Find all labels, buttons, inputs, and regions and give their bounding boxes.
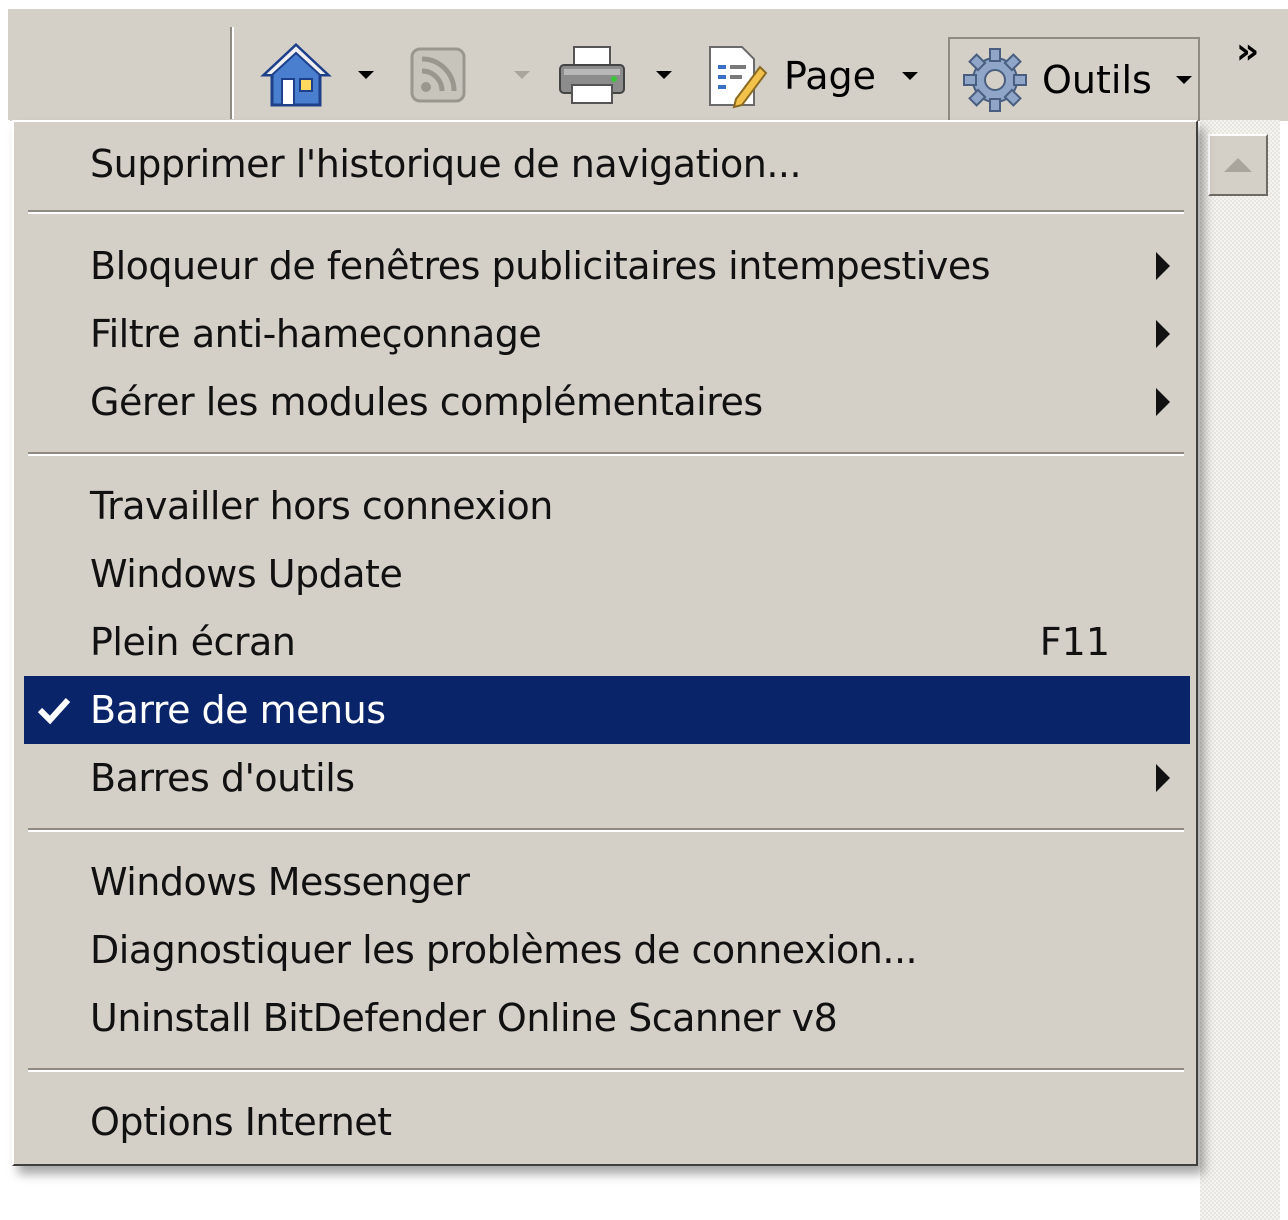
menu-item-shortcut: F11: [1039, 620, 1110, 664]
menu-item-menu-bar[interactable]: Barre de menus: [24, 676, 1190, 744]
menu-item-label: Windows Update: [90, 552, 403, 596]
menu-item-uninstall-bitdefender[interactable]: Uninstall BitDefender Online Scanner v8: [24, 984, 1190, 1052]
home-button[interactable]: [260, 39, 374, 111]
menu-item-label: Barre de menus: [90, 688, 386, 732]
menu-item-label: Diagnostiquer les problèmes de connexion…: [90, 928, 918, 972]
menu-item-internet-options[interactable]: Options Internet: [24, 1088, 1190, 1156]
submenu-arrow-icon: [1156, 764, 1170, 792]
submenu-arrow-icon: [1156, 252, 1170, 280]
home-dropdown-arrow[interactable]: [358, 71, 374, 79]
menu-item-windows-update[interactable]: Windows Update: [24, 540, 1190, 608]
toolbar-grip[interactable]: [230, 27, 234, 119]
menu-item-label: Plein écran: [90, 620, 296, 664]
submenu-arrow-icon: [1156, 320, 1170, 348]
home-icon: [260, 42, 332, 107]
rss-feeds-icon: [410, 47, 466, 103]
page-menu-button[interactable]: Page: [702, 43, 918, 109]
menu-item-phishing-filter[interactable]: Filtre anti-hameçonnage: [24, 300, 1190, 368]
toolbar-overflow-chevron[interactable]: »: [1236, 31, 1259, 72]
scroll-up-button[interactable]: [1208, 134, 1268, 196]
menu-separator: [28, 828, 1184, 832]
print-dropdown-arrow[interactable]: [656, 71, 672, 79]
menu-item-popup-blocker[interactable]: Bloqueur de fenêtres publicitaires intem…: [24, 232, 1190, 300]
print-button[interactable]: [556, 43, 672, 107]
menu-item-work-offline[interactable]: Travailler hors connexion: [24, 472, 1190, 540]
vertical-scrollbar-track[interactable]: [1200, 120, 1280, 1220]
menu-item-label: Options Internet: [90, 1100, 392, 1144]
feeds-dropdown-arrow: [514, 71, 530, 79]
menu-item-label: Windows Messenger: [90, 860, 470, 904]
menu-item-label: Gérer les modules complémentaires: [90, 380, 763, 424]
menu-item-windows-messenger[interactable]: Windows Messenger: [24, 848, 1190, 916]
menu-separator: [28, 210, 1184, 214]
tools-menu-label: Outils: [1042, 58, 1152, 102]
menu-item-toolbars[interactable]: Barres d'outils: [24, 744, 1190, 812]
checkmark-icon: [37, 697, 71, 725]
page-content-edge: [0, 120, 10, 1220]
menu-item-label: Supprimer l'historique de navigation...: [90, 142, 802, 186]
menu-item-diagnose-connection[interactable]: Diagnostiquer les problèmes de connexion…: [24, 916, 1190, 984]
menu-item-label: Travailler hors connexion: [90, 484, 553, 528]
submenu-arrow-icon: [1156, 388, 1170, 416]
menu-item-delete-history[interactable]: Supprimer l'historique de navigation...: [24, 130, 1190, 198]
menu-item-manage-addons[interactable]: Gérer les modules complémentaires: [24, 368, 1190, 436]
tools-dropdown-menu: Supprimer l'historique de navigation... …: [12, 120, 1198, 1166]
tools-menu-button[interactable]: Outils: [948, 37, 1200, 121]
printer-icon: [559, 46, 625, 104]
menu-item-label: Uninstall BitDefender Online Scanner v8: [90, 996, 838, 1040]
menu-item-label: Barres d'outils: [90, 756, 355, 800]
menu-item-full-screen[interactable]: Plein écran F11: [24, 608, 1190, 676]
command-bar: Page Outils »: [8, 8, 1288, 121]
page-menu-label: Page: [784, 54, 876, 98]
feeds-button: [408, 45, 530, 105]
page-icon: [709, 46, 768, 109]
tools-dropdown-arrow: [1175, 76, 1192, 84]
menu-item-label: Filtre anti-hameçonnage: [90, 312, 542, 356]
gear-icon: [963, 48, 1027, 112]
menu-separator: [28, 1068, 1184, 1072]
menu-item-label: Bloqueur de fenêtres publicitaires intem…: [90, 244, 991, 288]
menu-separator: [28, 452, 1184, 456]
scroll-up-arrow-icon: [1224, 158, 1252, 172]
page-dropdown-arrow[interactable]: [902, 72, 918, 80]
